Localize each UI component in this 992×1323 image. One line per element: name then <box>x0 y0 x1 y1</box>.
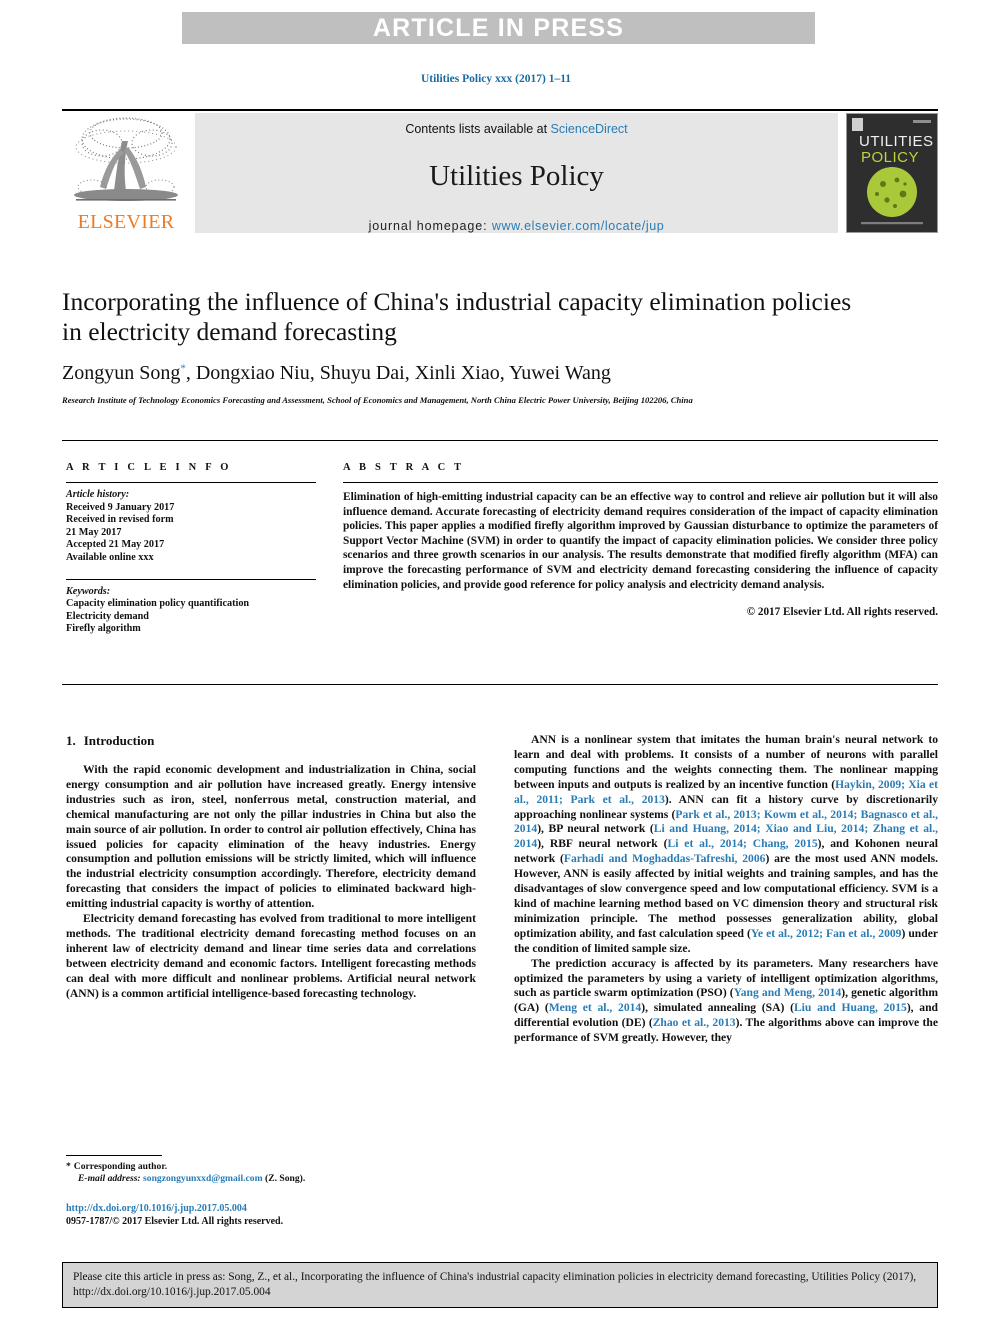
doi-link[interactable]: http://dx.doi.org/10.1016/j.jup.2017.05.… <box>66 1202 476 1215</box>
contents-prefix: Contents lists available at <box>405 122 551 136</box>
title-block: Incorporating the influence of China's i… <box>62 287 862 406</box>
doi-block: http://dx.doi.org/10.1016/j.jup.2017.05.… <box>66 1202 476 1228</box>
cite-this-article-text: Please cite this article in press as: So… <box>73 1271 917 1298</box>
article-in-press-banner: ARTICLE IN PRESS <box>182 12 815 44</box>
abstract-heading: A B S T R A C T <box>343 462 465 473</box>
asterisk-icon: * <box>66 1161 71 1172</box>
footnote-block: * Corresponding author. E-mail address: s… <box>66 1155 476 1228</box>
history-line: Accepted 21 May 2017 <box>66 539 165 551</box>
paragraph: With the rapid economic development and … <box>66 763 476 911</box>
keywords-block: Keywords: Capacity elimination policy qu… <box>66 586 316 636</box>
article-info-heading: A R T I C L E I N F O <box>66 462 232 473</box>
affiliation: Research Institute of Technology Economi… <box>62 395 693 405</box>
text-run: ), simulated annealing (SA) ( <box>641 1001 794 1015</box>
abstract-column: A B S T R A C T Elimination of high-emit… <box>343 462 938 618</box>
corresponding-author-text: Corresponding author. <box>73 1161 168 1172</box>
history-line: Received in revised form <box>66 514 174 526</box>
cite-this-article-box: Please cite this article in press as: So… <box>62 1262 938 1308</box>
history-line: Received 9 January 2017 <box>66 501 175 513</box>
journal-citation-line: Utilities Policy xxx (2017) 1–11 <box>420 73 572 85</box>
citation-link[interactable]: Meng et al., 2014 <box>549 1001 642 1014</box>
article-in-press-label: ARTICLE IN PRESS <box>372 13 625 42</box>
copyright-line: © 2017 Elsevier Ltd. All rights reserved… <box>746 606 938 619</box>
article-info-column: A R T I C L E I N F O Article history: R… <box>66 462 316 636</box>
paragraph: The prediction accuracy is affected by i… <box>514 957 938 1046</box>
info-section-top-rule <box>62 440 938 441</box>
elsevier-logo: ELSEVIER <box>62 113 190 235</box>
email-label: E-mail address: <box>78 1173 141 1185</box>
section-title: Introduction <box>83 733 155 748</box>
info-section-bottom-rule <box>62 684 938 685</box>
abstract-rule <box>343 482 938 483</box>
authors-rest: , Dongxiao Niu, Shuyu Dai, Xinli Xiao, Y… <box>185 362 611 384</box>
corresponding-author-note: * Corresponding author. <box>66 1161 476 1173</box>
citation-link[interactable]: Zhao et al., 2013 <box>653 1016 736 1029</box>
sciencedirect-link[interactable]: ScienceDirect <box>551 122 628 136</box>
journal-cover-art: UTILITIES POLICY <box>847 114 937 232</box>
journal-title: Utilities Policy <box>429 160 604 192</box>
paragraph: Electricity demand forecasting has evolv… <box>66 912 476 1000</box>
journal-homepage-link[interactable]: www.elsevier.com/locate/jup <box>492 219 665 233</box>
elsevier-tree-icon <box>74 117 178 201</box>
email-owner: (Z. Song). <box>265 1173 306 1185</box>
keyword-item: Firefly algorithm <box>66 623 141 635</box>
svg-text:UTILITIES: UTILITIES <box>859 133 934 150</box>
text-run: ), BP neural network ( <box>537 822 654 836</box>
email-note: E-mail address: songzongyunxxd@gmail.com… <box>66 1173 476 1185</box>
keywords-label: Keywords: <box>66 585 111 597</box>
footnote-rule <box>66 1155 162 1156</box>
history-line: 21 May 2017 <box>66 526 122 538</box>
body-column-left: 1. Introduction With the rapid economic d… <box>66 733 476 1002</box>
keyword-item: Capacity elimination policy quantificati… <box>66 598 250 610</box>
author-first: Zongyun Song <box>62 362 181 384</box>
elsevier-wordmark: ELSEVIER <box>77 211 175 233</box>
keyword-item: Electricity demand <box>66 610 149 622</box>
body-column-right: ANN is a nonlinear system that imitates … <box>514 733 938 1046</box>
keywords-rule <box>66 578 316 580</box>
homepage-prefix: journal homepage: <box>368 219 492 233</box>
citation-link[interactable]: Ye et al., 2012; Fan et al., 2009 <box>751 927 902 940</box>
issn-copyright-line: 0957-1787/© 2017 Elsevier Ltd. All right… <box>66 1215 284 1227</box>
article-info-rule <box>66 482 316 483</box>
citation-link[interactable]: Yang and Meng, 2014 <box>734 986 842 999</box>
email-link[interactable]: songzongyunxxd@gmail.com <box>143 1173 263 1184</box>
page-title: Incorporating the influence of China's i… <box>62 287 852 346</box>
history-line: Available online xxx <box>66 551 154 563</box>
section-heading-introduction: 1. Introduction <box>66 733 476 749</box>
journal-cover-thumbnail: UTILITIES POLICY <box>846 113 938 233</box>
text-run: ), RBF neural network ( <box>537 837 668 851</box>
journal-masthead: ELSEVIER Contents lists available at Sci… <box>62 109 938 235</box>
article-history-block: Article history: Received 9 January 2017… <box>66 489 316 565</box>
author-list: Zongyun Song*, Dongxiao Niu, Shuyu Dai, … <box>62 362 862 385</box>
citation-link[interactable]: Liu and Huang, 2015 <box>794 1001 907 1014</box>
journal-homepage-line: journal homepage: www.elsevier.com/locat… <box>195 219 838 233</box>
citation-link[interactable]: Li et al., 2014; Chang, 2015 <box>667 837 817 850</box>
section-number: 1. <box>66 733 76 748</box>
article-history-label: Article history: <box>66 489 130 500</box>
svg-text:POLICY: POLICY <box>861 149 919 166</box>
abstract-text: Elimination of high-emitting industrial … <box>343 491 938 591</box>
contents-available-line: Contents lists available at ScienceDirec… <box>195 122 838 136</box>
citation-link[interactable]: Farhadi and Moghaddas-Tafreshi, 2006 <box>564 852 766 865</box>
masthead-center-panel: Contents lists available at ScienceDirec… <box>195 113 838 233</box>
paragraph: ANN is a nonlinear system that imitates … <box>514 733 938 957</box>
